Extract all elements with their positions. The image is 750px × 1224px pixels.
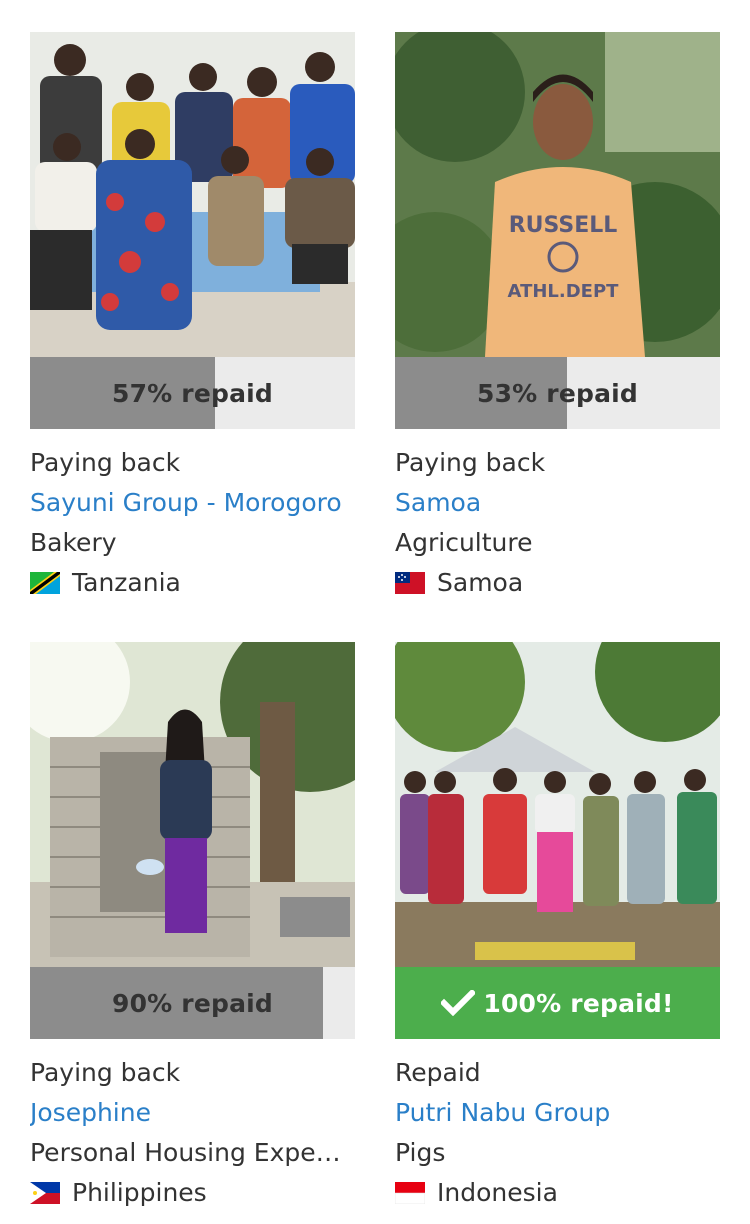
- loan-sector: Pigs: [395, 1138, 446, 1167]
- borrower-name-link[interactable]: Samoa: [395, 483, 720, 523]
- loan-country: Tanzania: [30, 563, 355, 603]
- loan-card[interactable]: 90% repaid Paying back Josephine Persona…: [30, 642, 355, 1213]
- woman-in-garden-image: RUSSELL ATHL.DEPT: [395, 32, 720, 357]
- loan-status: Paying back: [30, 1058, 181, 1087]
- progress-label-text: 100% repaid!: [483, 988, 674, 1018]
- repayment-progress-bar: 57% repaid: [30, 357, 355, 429]
- loan-status: Paying back: [395, 448, 546, 477]
- tanzania-flag-icon: [30, 572, 60, 594]
- checkmark-icon: [441, 990, 476, 1016]
- progress-label: 90% repaid: [111, 988, 274, 1018]
- indonesia-flag-icon: [395, 1182, 425, 1204]
- philippines-flag-icon: [30, 1182, 60, 1204]
- country-name: Samoa: [437, 568, 524, 597]
- progress-label: 57% repaid: [111, 378, 274, 408]
- country-name: Philippines: [72, 1178, 207, 1207]
- loan-country: Philippines: [30, 1173, 355, 1213]
- progress-label: 100% repaid!: [395, 967, 720, 1039]
- loan-card[interactable]: 100% repaid! Repaid Putri Nabu Group Pig…: [395, 642, 720, 1213]
- repayment-progress-bar: 90% repaid: [30, 967, 355, 1039]
- borrower-name-link[interactable]: Sayuni Group - Morogoro: [30, 483, 355, 523]
- loan-card[interactable]: 57% repaid Paying back Sayuni Group - Mo…: [30, 32, 355, 603]
- samoa-flag-icon: [395, 572, 425, 594]
- country-name: Indonesia: [437, 1178, 558, 1207]
- svg-text:RUSSELL: RUSSELL: [509, 213, 618, 238]
- loan-sector: Personal Housing Expen...: [30, 1138, 355, 1167]
- loan-sector: Agriculture: [395, 528, 533, 557]
- country-name: Tanzania: [72, 568, 181, 597]
- borrower-name-link[interactable]: Putri Nabu Group: [395, 1093, 720, 1133]
- progress-label: 53% repaid: [476, 378, 639, 408]
- loan-sector: Bakery: [30, 528, 117, 557]
- loan-country: Indonesia: [395, 1173, 720, 1213]
- borrower-photo[interactable]: [395, 642, 720, 967]
- svg-text:ATHL.DEPT: ATHL.DEPT: [508, 281, 620, 302]
- loan-status: Paying back: [30, 448, 181, 477]
- borrower-name-link[interactable]: Josephine: [30, 1093, 355, 1133]
- borrower-photo[interactable]: RUSSELL ATHL.DEPT: [395, 32, 720, 357]
- group-photo-image: [395, 642, 720, 967]
- borrower-photo[interactable]: [30, 32, 355, 357]
- repayment-progress-bar: 53% repaid: [395, 357, 720, 429]
- woman-by-cinderblock-structure-image: [30, 642, 355, 967]
- loan-status: Repaid: [395, 1058, 481, 1087]
- group-photo-image: [30, 32, 355, 357]
- loan-card[interactable]: RUSSELL ATHL.DEPT 53% repaid Paying back…: [395, 32, 720, 603]
- repayment-progress-bar: 100% repaid!: [395, 967, 720, 1039]
- borrower-photo[interactable]: [30, 642, 355, 967]
- loan-country: Samoa: [395, 563, 720, 603]
